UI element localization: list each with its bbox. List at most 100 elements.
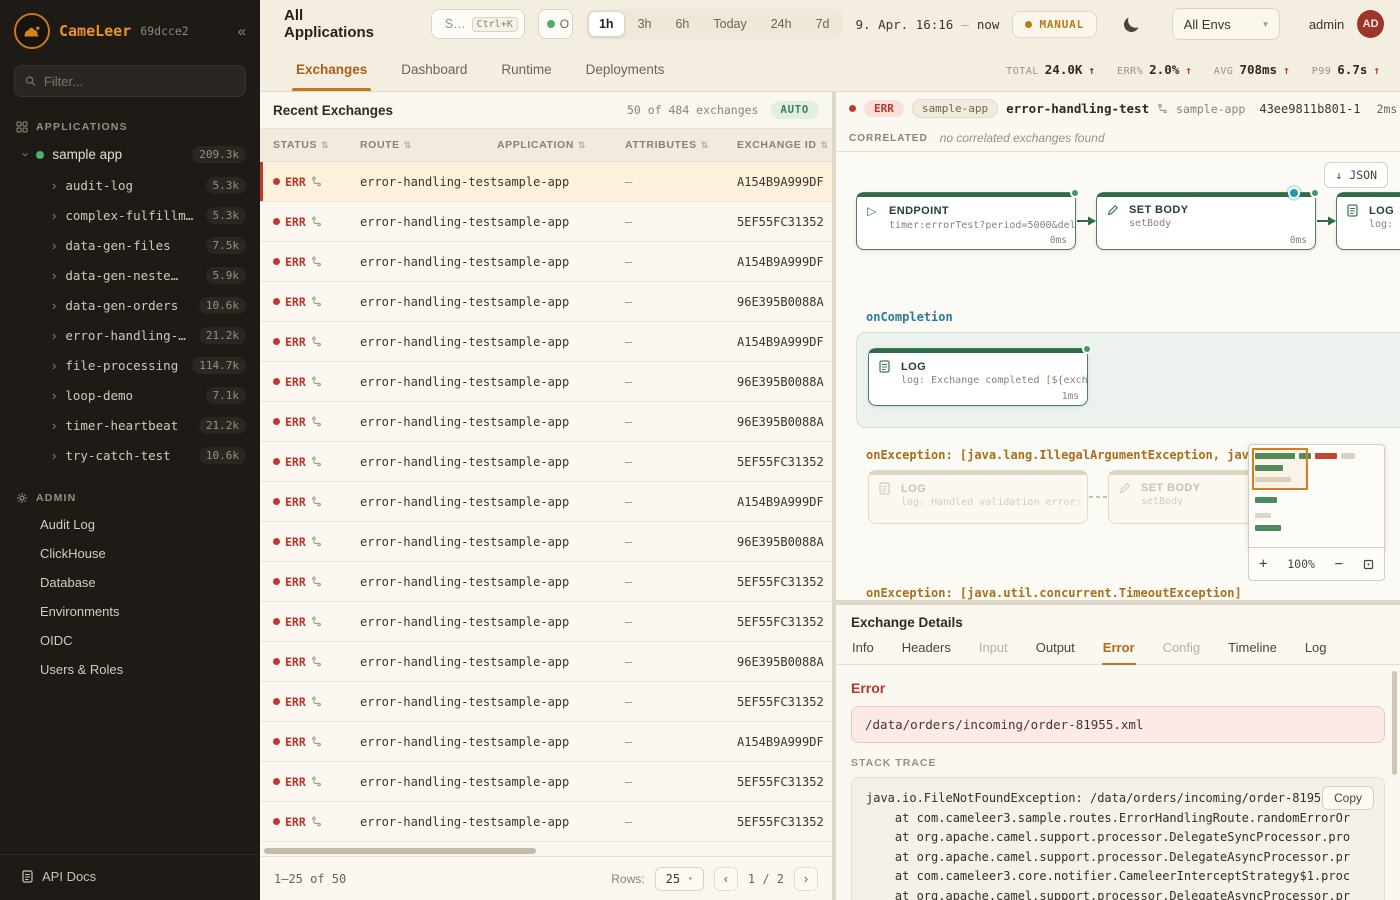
details-tab[interactable]: Output <box>1035 638 1076 664</box>
auto-refresh-badge[interactable]: AUTO <box>771 101 820 119</box>
rows-per-page-select[interactable]: 25 ▾ <box>655 867 704 891</box>
zoom-controls: + 100% − <box>1248 548 1385 581</box>
oncompletion-log-node[interactable]: LOG log: Exchange completed [${exchan 1m… <box>868 348 1088 406</box>
table-row[interactable]: ERR error-handling-test sample-app — A15… <box>260 162 832 202</box>
nav-tab[interactable]: Runtime <box>501 48 551 91</box>
attributes-cell: — <box>625 335 737 349</box>
manual-mode-button[interactable]: MANUAL <box>1012 11 1097 38</box>
table-row[interactable]: ERR error-handling-test sample-app — 5EF… <box>260 602 832 642</box>
flow-node-log[interactable]: LOG log: Sta <box>1336 192 1400 250</box>
nav-tab[interactable]: Dashboard <box>401 48 467 91</box>
next-page-button[interactable]: › <box>794 867 818 891</box>
column-header[interactable]: ROUTE ⇅ <box>360 139 497 151</box>
time-range-button[interactable]: 7d <box>805 11 841 37</box>
admin-menu-item[interactable]: OIDC <box>0 626 260 655</box>
zoom-fit-button[interactable] <box>1363 559 1374 570</box>
table-row[interactable]: ERR error-handling-test sample-app — 96E… <box>260 282 832 322</box>
date-range[interactable]: 9. Apr. 16:16 — now <box>856 17 1000 32</box>
application-cell: sample-app <box>497 615 625 629</box>
sidebar-route-item[interactable]: › audit-log 5.3k <box>0 170 260 200</box>
sidebar-route-item[interactable]: › data-gen-files 7.5k <box>0 230 260 260</box>
vertical-scrollbar-thumb[interactable] <box>1392 671 1397 775</box>
api-docs-link[interactable]: API Docs <box>0 854 260 900</box>
column-header[interactable]: EXCHANGE ID ⇅ <box>737 139 832 151</box>
sort-icon[interactable]: ⇅ <box>701 140 709 151</box>
sidebar-route-item[interactable]: › loop-demo 7.1k <box>0 380 260 410</box>
admin-menu-item[interactable]: ClickHouse <box>0 539 260 568</box>
details-tab[interactable]: Headers <box>901 638 952 664</box>
table-row[interactable]: ERR error-handling-test sample-app — 5EF… <box>260 762 832 802</box>
table-row[interactable]: ERR error-handling-test sample-app — 5EF… <box>260 562 832 602</box>
details-tab[interactable]: Info <box>851 638 875 664</box>
live-indicator-toggle[interactable]: O <box>538 9 573 39</box>
sidebar-route-item[interactable]: › file-processing 114.7k <box>0 350 260 380</box>
table-row[interactable]: ERR error-handling-test sample-app — A15… <box>260 242 832 282</box>
table-row[interactable]: ERR error-handling-test sample-app — 96E… <box>260 642 832 682</box>
column-header[interactable]: APPLICATION ⇅ <box>497 139 625 151</box>
sidebar-route-item[interactable]: › data-gen-orders 10.6k <box>0 290 260 320</box>
stack-trace-line: at org.apache.camel.support.processor.De… <box>866 848 1370 868</box>
filter-input[interactable] <box>44 74 235 89</box>
table-row[interactable]: ERR error-handling-test sample-app — 5EF… <box>260 202 832 242</box>
flow-node-endpoint[interactable]: ▷ ENDPOINT timer:errorTest?period=5000&d… <box>856 192 1076 250</box>
zoom-out-button[interactable]: − <box>1335 556 1343 572</box>
table-row[interactable]: ERR error-handling-test sample-app — 96E… <box>260 362 832 402</box>
admin-menu-item[interactable]: Users & Roles <box>0 655 260 684</box>
table-row[interactable]: ERR error-handling-test sample-app — 96E… <box>260 402 832 442</box>
details-tab[interactable]: Log <box>1304 638 1328 664</box>
sidebar-app-sample-app[interactable]: › sample app 209.3k <box>0 139 260 170</box>
nav-tab[interactable]: Deployments <box>586 48 665 91</box>
sort-icon[interactable]: ⇅ <box>821 140 829 151</box>
nav-tab[interactable]: Exchanges <box>296 48 367 91</box>
column-header[interactable]: STATUS ⇅ <box>273 139 360 151</box>
table-row[interactable]: ERR error-handling-test sample-app — 96E… <box>260 522 832 562</box>
details-tab[interactable]: Timeline <box>1227 638 1278 664</box>
sort-icon[interactable]: ⇅ <box>578 140 586 151</box>
sidebar-filter[interactable] <box>14 65 246 97</box>
details-tab[interactable]: Config <box>1162 638 1202 664</box>
column-label: EXCHANGE ID <box>737 139 817 151</box>
details-tab[interactable]: Input <box>978 638 1009 664</box>
environment-select[interactable]: All Envs ▾ <box>1172 8 1280 40</box>
table-row[interactable]: ERR error-handling-test sample-app — A15… <box>260 722 832 762</box>
user-avatar[interactable]: AD <box>1357 10 1384 38</box>
time-range-button[interactable]: 24h <box>760 11 803 37</box>
column-header[interactable]: ATTRIBUTES ⇅ <box>625 139 737 151</box>
sidebar-route-item[interactable]: › complex-fulfillm… 5.3k <box>0 200 260 230</box>
copy-button[interactable]: Copy <box>1322 786 1374 810</box>
time-range-button[interactable]: 3h <box>627 11 663 37</box>
minimap-viewport[interactable] <box>1252 448 1308 490</box>
zoom-in-button[interactable]: + <box>1259 556 1267 572</box>
table-row[interactable]: ERR error-handling-test sample-app — A15… <box>260 322 832 362</box>
sidebar-route-item[interactable]: › timer-heartbeat 21.2k <box>0 410 260 440</box>
sidebar-route-item[interactable]: › data-gen-neste… 5.9k <box>0 260 260 290</box>
sort-icon[interactable]: ⇅ <box>404 140 412 151</box>
table-row[interactable]: ERR error-handling-test sample-app — A15… <box>260 482 832 522</box>
download-json-button[interactable]: ↓ JSON <box>1324 162 1388 188</box>
sidebar-route-item[interactable]: › try-catch-test 10.6k <box>0 440 260 470</box>
time-range-button[interactable]: 1h <box>588 11 625 37</box>
sidebar-route-item[interactable]: › error-handling-… 21.2k <box>0 320 260 350</box>
admin-menu-item[interactable]: Environments <box>0 597 260 626</box>
flow-canvas[interactable]: ↓ JSON ▷ <box>836 152 1400 600</box>
flow-node-setbody[interactable]: SET BODY setBody 0ms <box>1096 192 1316 250</box>
sort-icon[interactable]: ⇅ <box>321 140 329 151</box>
onexception-log-node[interactable]: LOG log: Handled validation error: ${exc… <box>868 470 1088 524</box>
table-row[interactable]: ERR error-handling-test sample-app — 5EF… <box>260 802 832 842</box>
time-range-button[interactable]: Today <box>702 11 757 37</box>
time-range-button[interactable]: 6h <box>664 11 700 37</box>
global-search[interactable]: S… Ctrl+K <box>431 9 525 39</box>
prev-page-button[interactable]: ‹ <box>714 867 738 891</box>
details-tab[interactable]: Error <box>1102 638 1136 664</box>
application-cell: sample-app <box>497 335 625 349</box>
dark-mode-toggle[interactable] <box>1118 10 1145 38</box>
status-cell: ERR <box>273 495 360 509</box>
collapse-sidebar-button[interactable]: « <box>238 23 246 40</box>
table-row[interactable]: ERR error-handling-test sample-app — 5EF… <box>260 442 832 482</box>
admin-menu-item[interactable]: Database <box>0 568 260 597</box>
horizontal-scrollbar-thumb[interactable] <box>264 848 536 854</box>
admin-menu-item[interactable]: Audit Log <box>0 510 260 539</box>
table-row[interactable]: ERR error-handling-test sample-app — 5EF… <box>260 682 832 722</box>
stat: TOTAL 24.0K ↑ <box>1006 62 1095 77</box>
minimap[interactable] <box>1248 444 1385 548</box>
